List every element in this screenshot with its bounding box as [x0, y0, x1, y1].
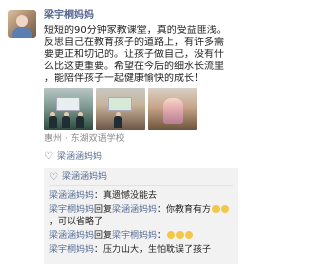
post-text-line: 反思自己在教育孩子的道路上，有许多需: [44, 37, 224, 48]
person: [76, 116, 84, 128]
child: [163, 98, 183, 124]
comment[interactable]: 梁宇桐妈妈回复梁涵涵妈妈：你教育有方 ，可以省略了: [49, 204, 233, 228]
comment-text-continued: ，可以省略了: [49, 217, 104, 227]
post-text-line: 要更正和切记的。让孩子做自己，没有什: [44, 49, 224, 60]
comment[interactable]: 梁涵涵妈妈：真遗憾没能去: [49, 190, 233, 202]
comment-header-name[interactable]: 梁涵涵妈妈: [62, 172, 107, 183]
post-author[interactable]: 梁宇桐妈妈: [44, 10, 94, 22]
comments-header: ♡ 梁涵涵妈妈: [49, 172, 233, 186]
post-text-line: 么比这更重要。希望在今后的细水长流里: [44, 61, 224, 72]
moments-post: 梁宇桐妈妈 短短的90分钟家教课堂，真的受益匪浅。 反思自己在教育孩子的道路上，…: [0, 0, 244, 267]
comment-author[interactable]: 梁宇桐妈妈: [49, 205, 94, 215]
comment-text: ：压力山大，生怕耽误了孩子: [94, 245, 212, 255]
comment-target[interactable]: 梁涵涵妈妈: [112, 205, 157, 215]
comment-author[interactable]: 梁涵涵妈妈: [49, 191, 94, 201]
liker-name[interactable]: 梁涵涵妈妈: [57, 152, 102, 163]
screen: [56, 97, 80, 111]
post-text-line: 短短的90分钟家教课堂，真的受益匪浅。: [44, 25, 227, 36]
emoji-icon: [185, 231, 194, 239]
comment-text: ：真遗憾没能去: [94, 191, 158, 201]
avatar[interactable]: [8, 10, 36, 38]
comment-reply-word: 回复: [94, 231, 113, 241]
photo-thumbnail[interactable]: [148, 88, 197, 130]
comment[interactable]: 梁涵涵妈妈回复梁宇桐妈妈：: [49, 230, 233, 242]
comment[interactable]: 梁宇桐妈妈：压力山大，生怕耽误了孩子: [49, 244, 233, 256]
comment-author[interactable]: 梁宇桐妈妈: [49, 245, 94, 255]
comments-panel: ♡ 梁涵涵妈妈 梁涵涵妈妈：真遗憾没能去 梁宇桐妈妈回复梁涵涵妈妈：你教育有方，…: [44, 168, 238, 264]
photo-thumbnail[interactable]: [96, 88, 145, 130]
likes-row: ♡ 梁涵涵妈妈: [44, 150, 238, 164]
person: [49, 116, 57, 128]
emoji-icon: [167, 231, 176, 239]
heart-icon: ♡: [49, 171, 58, 183]
photo-grid: [44, 88, 199, 130]
photo-thumbnail[interactable]: [44, 88, 93, 130]
screen: [108, 97, 132, 111]
person: [114, 116, 122, 128]
post-text-line: ，能陪伴孩子一起健康愉快的成长！: [44, 73, 204, 84]
avatar-face: [16, 15, 28, 27]
comment-target[interactable]: 梁宇桐妈妈: [112, 231, 157, 241]
post-location[interactable]: 惠州 · 东湖双语学校: [44, 134, 125, 145]
avatar-body: [12, 27, 32, 38]
emoji-icon: [176, 231, 185, 239]
comment-text: ：你教育有方: [157, 205, 212, 215]
emoji-icon: [212, 205, 221, 213]
post-content: 短短的90分钟家教课堂，真的受益匪浅。 反思自己在教育孩子的道路上，有许多需 要…: [44, 25, 238, 85]
emoji-icon: [221, 205, 230, 213]
comment-reply-word: 回复: [94, 205, 113, 215]
heart-icon: ♡: [44, 151, 53, 162]
person: [62, 116, 70, 128]
comment-author[interactable]: 梁涵涵妈妈: [49, 231, 94, 241]
comment-text: ：: [157, 231, 167, 241]
